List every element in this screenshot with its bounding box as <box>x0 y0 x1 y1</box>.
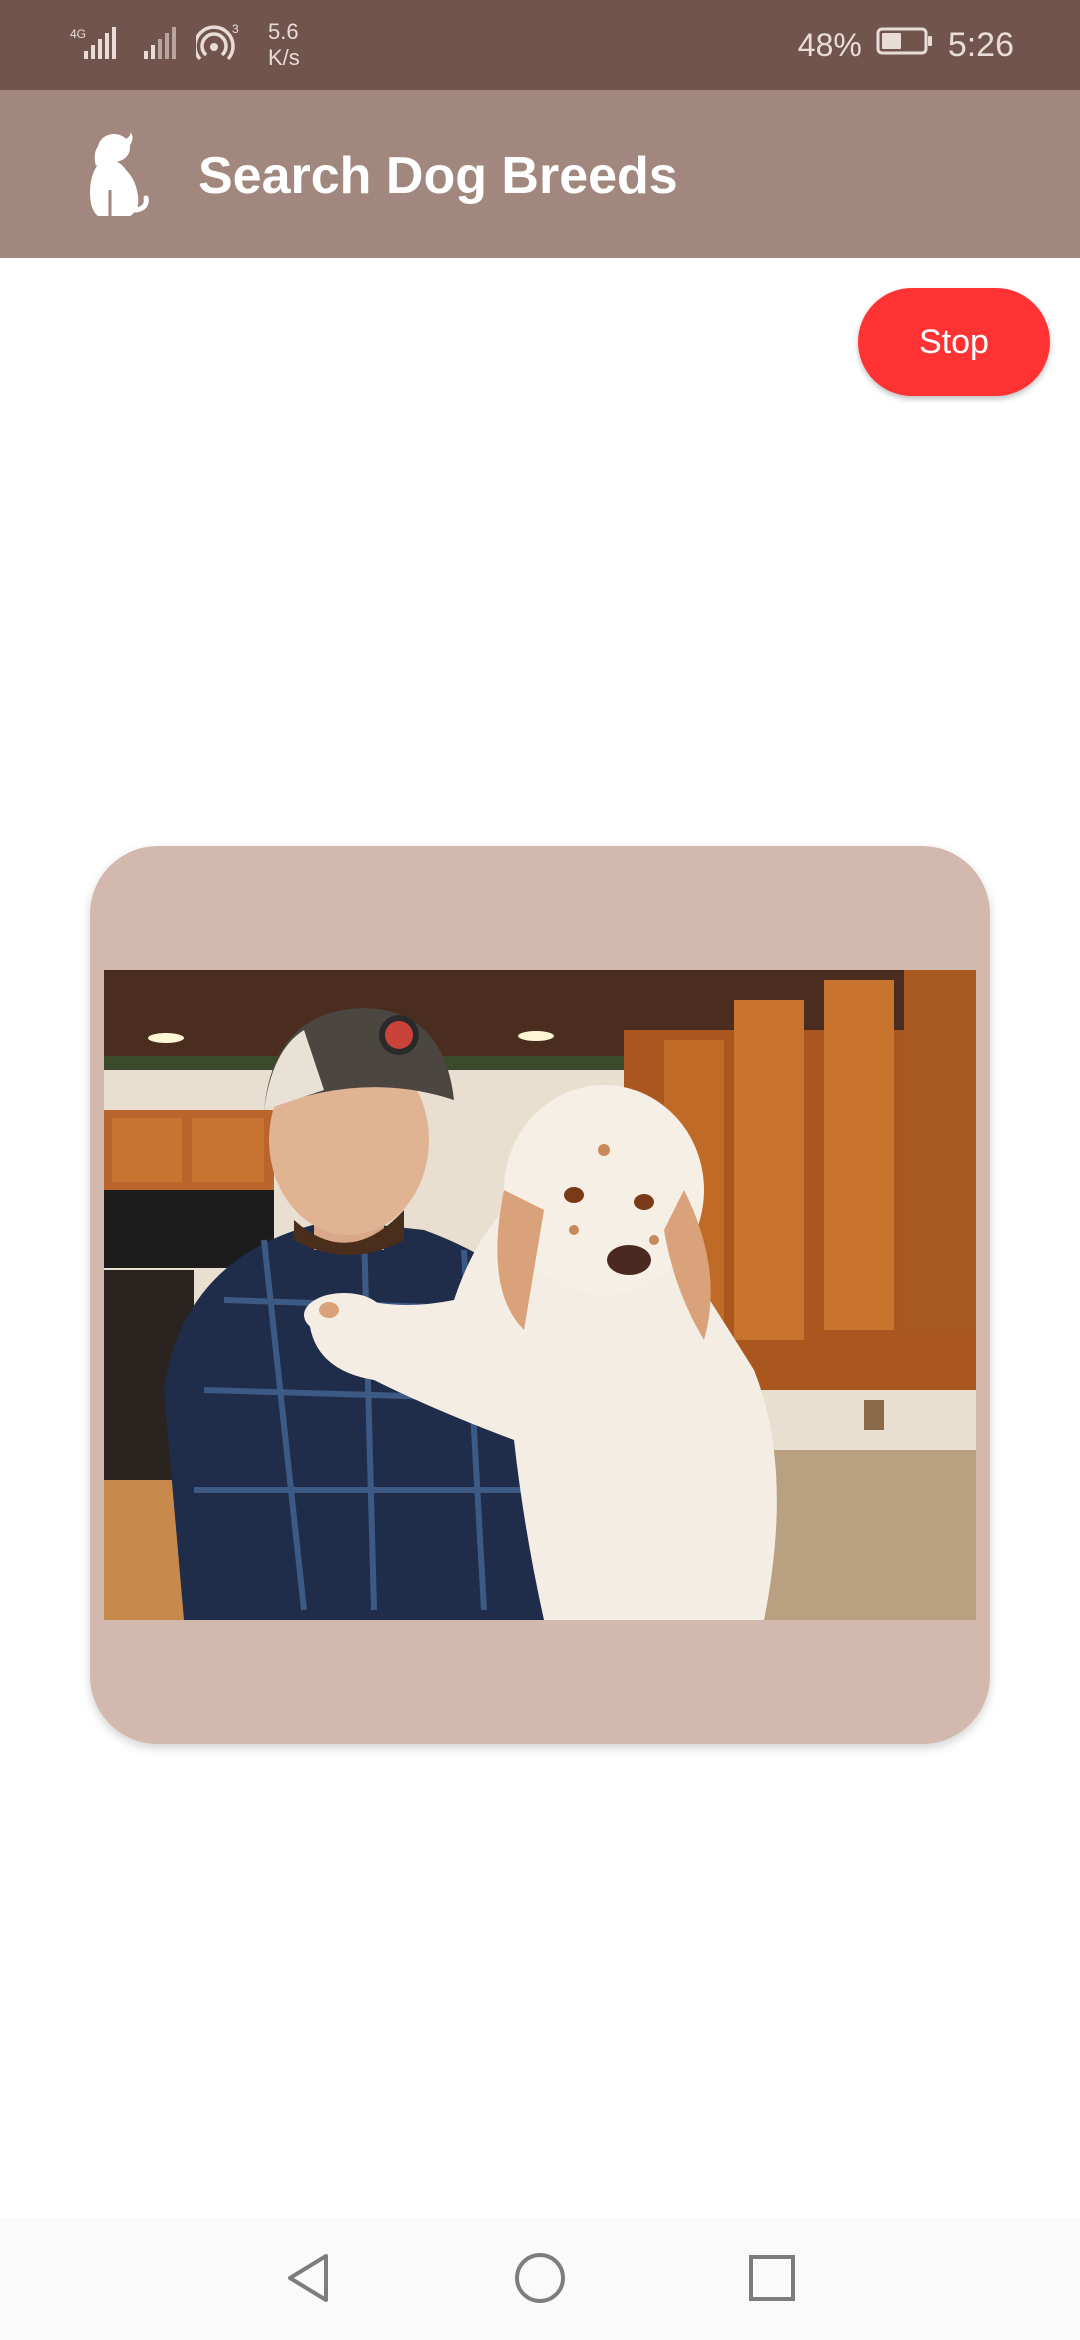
svg-text:3: 3 <box>232 23 239 36</box>
hotspot-icon: 3 <box>193 22 242 68</box>
speed-value: 5.6 <box>268 19 299 44</box>
image-card <box>90 846 990 1744</box>
clock: 5:26 <box>947 25 1014 64</box>
svg-text:4G: 4G <box>70 27 86 41</box>
signal-icon <box>142 25 178 66</box>
battery-percent: 48% <box>797 26 862 63</box>
page-title: Search Dog Breeds <box>198 147 678 205</box>
recents-icon[interactable] <box>742 2248 802 2308</box>
back-icon[interactable] <box>278 2248 338 2308</box>
status-bar: 4G 3 5.6 K/s 48% 5:26 <box>0 0 1080 90</box>
dog-photo <box>104 970 976 1620</box>
speed-unit: K/s <box>268 45 300 70</box>
stop-button[interactable]: Stop <box>858 288 1050 396</box>
battery-icon <box>876 26 934 64</box>
navigation-bar <box>0 2218 1080 2340</box>
app-bar: Search Dog Breeds <box>0 90 1080 258</box>
network-speed: 5.6 K/s <box>268 19 300 71</box>
signal-4g-icon: 4G <box>70 25 124 66</box>
home-icon[interactable] <box>510 2248 570 2308</box>
dog-silhouette-icon <box>70 130 152 220</box>
